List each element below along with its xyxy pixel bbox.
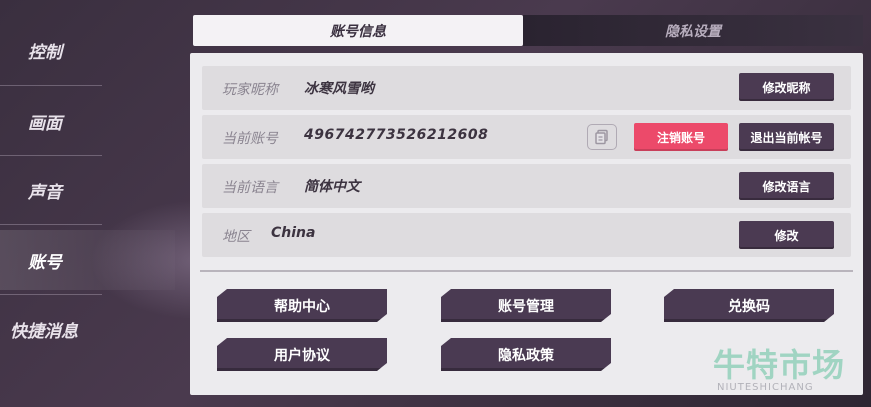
sidebar-item-quick-messages[interactable]: 快捷消息	[0, 295, 190, 363]
redeem-code-button[interactable]: 兑换码	[664, 289, 834, 322]
account-panel: 玩家昵称 冰寒风雪哟 修改昵称 当前账号 496742773526212608 …	[190, 53, 863, 395]
sidebar-divider	[0, 85, 102, 86]
sidebar-item-label: 控制	[28, 42, 62, 63]
privacy-policy-button[interactable]: 隐私政策	[441, 338, 611, 371]
region-label: 地区	[222, 229, 250, 245]
sidebar-item-label: 快捷消息	[10, 321, 78, 342]
nickname-value: 冰寒风雪哟	[304, 81, 374, 97]
sidebar-item-label: 画面	[28, 113, 62, 134]
account-id-value: 496742773526212608	[304, 127, 489, 143]
tab-label: 账号信息	[330, 23, 386, 40]
sidebar-item-label: 账号	[28, 252, 62, 273]
copy-icon-glyph	[595, 129, 608, 145]
region-row: 地区 China 修改	[202, 213, 851, 257]
section-divider	[200, 270, 853, 272]
language-value: 简体中文	[304, 179, 360, 195]
account-management-button[interactable]: 账号管理	[441, 289, 611, 322]
user-agreement-button[interactable]: 用户协议	[217, 338, 387, 371]
sidebar-item-graphics[interactable]: 画面	[0, 87, 190, 155]
account-id-row: 当前账号 496742773526212608 注销账号 退出当前帐号	[202, 115, 851, 159]
tab-account-info[interactable]: 账号信息	[193, 15, 523, 46]
region-value: China	[271, 225, 316, 241]
edit-nickname-button[interactable]: 修改昵称	[739, 73, 834, 101]
sidebar-item-label: 声音	[28, 182, 62, 203]
deactivate-account-button[interactable]: 注销账号	[634, 123, 728, 151]
logout-account-button[interactable]: 退出当前帐号	[739, 123, 834, 151]
sidebar-item-sound[interactable]: 声音	[0, 156, 190, 224]
sidebar-item-account[interactable]: 账号	[0, 226, 190, 294]
tab-label: 隐私设置	[665, 23, 721, 40]
copy-icon[interactable]	[587, 124, 617, 150]
language-row: 当前语言 简体中文 修改语言	[202, 164, 851, 208]
edit-region-button[interactable]: 修改	[739, 221, 834, 249]
sidebar: 控制 画面 声音 账号 快捷消息	[0, 0, 190, 407]
sidebar-divider	[0, 224, 102, 225]
tab-privacy-settings[interactable]: 隐私设置	[523, 15, 863, 46]
language-label: 当前语言	[222, 180, 278, 196]
sidebar-item-controls[interactable]: 控制	[0, 16, 190, 84]
nickname-label: 玩家昵称	[222, 82, 278, 98]
change-language-button[interactable]: 修改语言	[739, 172, 834, 200]
account-id-label: 当前账号	[222, 131, 278, 147]
help-center-button[interactable]: 帮助中心	[217, 289, 387, 322]
nickname-row: 玩家昵称 冰寒风雪哟 修改昵称	[202, 66, 851, 110]
